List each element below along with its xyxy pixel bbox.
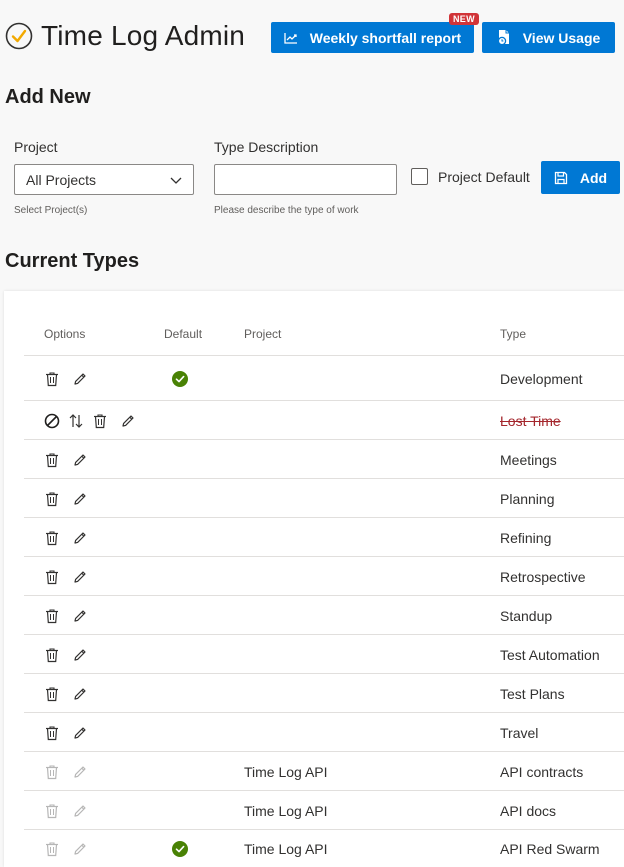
pencil-icon[interactable] (72, 725, 88, 741)
new-badge: NEW (449, 13, 479, 25)
table-row: Standup (24, 595, 624, 634)
table-row: Lost Time (24, 400, 624, 439)
trash-icon (46, 804, 58, 819)
trash-icon[interactable] (44, 608, 60, 624)
type-cell: API Red Swarm (500, 841, 600, 857)
type-cell: Retrospective (500, 569, 586, 585)
add-button[interactable]: Add (541, 161, 620, 194)
column-header-type: Type (500, 327, 527, 341)
trash-icon[interactable] (44, 371, 60, 387)
type-cell: Test Plans (500, 686, 565, 702)
table-row: Time Log API API contracts (24, 751, 624, 790)
trash-icon[interactable] (44, 725, 60, 741)
table-row: Time Log API API Red Swarm (24, 829, 624, 867)
project-default-label: Project Default (438, 169, 530, 185)
pencil-icon (74, 843, 86, 855)
type-cell: Lost Time (500, 413, 561, 429)
chevron-down-icon (170, 177, 182, 184)
column-header-project: Project (244, 327, 282, 341)
clock-check-icon (5, 22, 33, 50)
trash-icon[interactable] (44, 452, 60, 468)
pencil-icon[interactable] (72, 647, 88, 663)
table-row: Time Log API API docs (24, 790, 624, 829)
column-header-options: Options (44, 327, 86, 341)
pencil-icon[interactable] (120, 413, 136, 429)
block-icon[interactable] (44, 413, 60, 429)
header: Time Log Admin Weekly shortfall report N… (0, 0, 624, 76)
weekly-shortfall-report-button[interactable]: Weekly shortfall report (271, 22, 474, 53)
check-circle-icon (172, 841, 188, 857)
type-description-label: Type Description (214, 139, 319, 155)
type-cell: Test Automation (500, 647, 600, 663)
project-cell: Time Log API (244, 764, 328, 780)
project-cell: Time Log API (244, 841, 328, 857)
type-cell: Planning (500, 491, 555, 507)
table-row: Development (24, 355, 624, 400)
weekly-shortfall-report-label: Weekly shortfall report (309, 29, 462, 46)
type-description-input[interactable] (214, 164, 397, 195)
pencil-icon[interactable] (72, 530, 88, 546)
pencil-icon (74, 766, 86, 778)
view-usage-label: View Usage (522, 29, 601, 46)
project-hint: Select Project(s) (14, 205, 88, 216)
trash-icon[interactable] (44, 530, 60, 546)
pencil-icon[interactable] (72, 608, 88, 624)
table-row: Meetings (24, 439, 624, 478)
pencil-icon[interactable] (72, 452, 88, 468)
chart-line-icon (284, 32, 297, 44)
add-new-title: Add New (5, 86, 91, 108)
add-button-label: Add (579, 169, 608, 186)
project-default-checkbox[interactable] (411, 168, 428, 185)
type-cell: Meetings (500, 452, 557, 468)
type-cell: Development (500, 371, 583, 387)
project-cell: Time Log API (244, 803, 328, 819)
pencil-icon[interactable] (72, 491, 88, 507)
view-usage-button[interactable]: View Usage (482, 22, 615, 53)
pencil-icon[interactable] (72, 371, 88, 387)
column-header-default: Default (164, 327, 203, 341)
trash-icon[interactable] (44, 491, 60, 507)
type-cell: Standup (500, 608, 553, 624)
trash-icon (46, 842, 58, 857)
page-title: Time Log Admin (41, 20, 246, 51)
table-row: Travel (24, 712, 624, 751)
app-title: Time Log Admin (5, 20, 245, 52)
type-cell: Travel (500, 725, 539, 741)
trash-icon[interactable] (44, 647, 60, 663)
project-label: Project (14, 139, 58, 155)
type-description-hint: Please describe the type of work (214, 205, 359, 216)
save-icon (554, 171, 568, 184)
table-row: Retrospective (24, 556, 624, 595)
sort-arrows-icon[interactable] (68, 413, 84, 429)
table-row: Test Automation (24, 634, 624, 673)
type-cell: API contracts (500, 764, 584, 780)
type-cell: API docs (500, 803, 557, 819)
trash-icon[interactable] (44, 686, 60, 702)
project-dropdown[interactable]: All Projects (14, 164, 194, 195)
type-cell: Refining (500, 530, 552, 546)
table-row: Refining (24, 517, 624, 556)
current-types-title: Current Types (5, 250, 140, 272)
table-row: Planning (24, 478, 624, 517)
document-clock-icon (497, 30, 509, 46)
check-circle-icon (172, 371, 188, 387)
trash-icon[interactable] (44, 569, 60, 585)
trash-icon[interactable] (92, 413, 108, 429)
trash-icon (46, 765, 58, 780)
pencil-icon[interactable] (72, 686, 88, 702)
project-dropdown-value: All Projects (26, 171, 97, 188)
table-row: Test Plans (24, 673, 624, 712)
pencil-icon[interactable] (72, 569, 88, 585)
pencil-icon (74, 805, 86, 817)
